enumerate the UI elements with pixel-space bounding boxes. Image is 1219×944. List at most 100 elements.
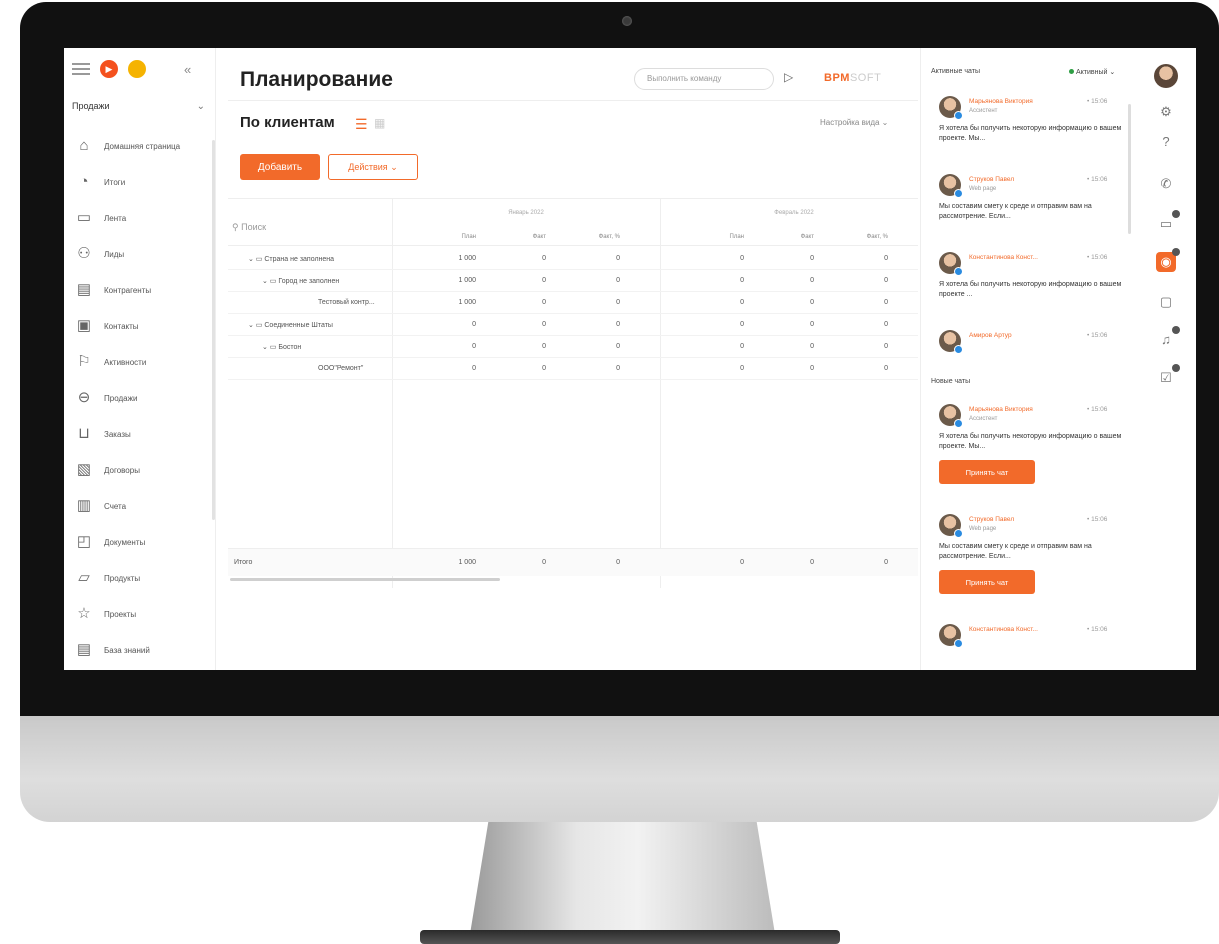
chat-contact-name[interactable]: Марьянова Виктория	[969, 98, 1033, 105]
sidebar-item[interactable]: ▥ Счета	[64, 488, 215, 524]
command-input[interactable]: Выполнить команду	[634, 68, 774, 90]
table-row[interactable]: ⌄ ▭ Страна не заполнена 1 000 0 0 0 0 0	[228, 248, 918, 270]
sidebar-item[interactable]: ⌂ Домашняя страница	[64, 128, 215, 164]
group-header: Январь 2022	[508, 210, 544, 216]
gear-icon[interactable]: ⚙	[1156, 102, 1176, 122]
sidebar-item[interactable]: ⚐ Активности	[64, 344, 215, 380]
section-select[interactable]: Продажи ⌄	[68, 94, 209, 118]
add-button[interactable]: Добавить	[240, 154, 320, 180]
chat-contact-name[interactable]: Амиров Артур	[969, 332, 1012, 339]
sidebar-item[interactable]: ▤ База знаний	[64, 632, 215, 668]
cell-value: 0	[740, 255, 744, 262]
table-row[interactable]: Тестовый контр... 1 000 0 0 0 0 0	[228, 292, 918, 314]
bell-icon[interactable]: ♫	[1156, 326, 1180, 350]
cell-value: 0	[616, 343, 620, 350]
sidebar-item[interactable]: ▧ Договоры	[64, 452, 215, 488]
status-dropdown[interactable]: Активный ⌄	[1069, 68, 1115, 76]
column-header[interactable]: План	[406, 234, 476, 240]
column-header[interactable]: План	[674, 234, 744, 240]
chat-time: • 15:06	[1087, 626, 1108, 633]
sidebar: ▶ « Продажи ⌄ ⌂ Домашняя страница ◔ Итоги ▭ Л…	[64, 48, 216, 670]
cell-value: 0	[616, 277, 620, 284]
search-icon: ⚲	[232, 222, 239, 232]
accept-chat-button[interactable]: Принять чат	[939, 570, 1035, 594]
table-scrollbar[interactable]	[230, 578, 500, 581]
channel-icon	[954, 111, 963, 120]
cell-value: 1 000	[458, 255, 476, 262]
sidebar-item-label: Домашняя страница	[104, 141, 181, 151]
help-icon[interactable]: ?	[1156, 132, 1176, 152]
chart-view-icon[interactable]: ▦	[374, 116, 385, 130]
actions-dropdown[interactable]: Действия ⌄	[328, 154, 418, 180]
view-settings-dropdown[interactable]: Настройка вида ⌄	[820, 118, 888, 127]
accept-chat-button[interactable]: Принять чат	[939, 460, 1035, 484]
sidebar-item[interactable]: ▭ Лента	[64, 200, 215, 236]
row-label: ⌄ ▭ Страна не заполнена	[248, 256, 335, 263]
list-view-icon[interactable]: ☰	[355, 116, 368, 133]
row-label: ⌄ ▭ Бостон	[262, 344, 302, 351]
collapse-icon[interactable]: «	[184, 62, 191, 77]
channel-icon	[954, 267, 963, 276]
chevron-down-icon: ⌄	[196, 100, 205, 112]
channel-icon	[954, 189, 963, 198]
sidebar-item[interactable]: ▤ Контрагенты	[64, 272, 215, 308]
chat-contact-name[interactable]: Константинова Конст...	[969, 626, 1038, 633]
tasks-icon[interactable]: ☑	[1156, 364, 1180, 388]
sidebar-item[interactable]: ◔ Итоги	[64, 164, 215, 200]
cell-value: 0	[810, 277, 814, 284]
table-row[interactable]: ⌄ ▭ Соединенные Штаты 0 0 0 0 0 0	[228, 314, 918, 336]
table-row[interactable]: ⌄ ▭ Бостон 0 0 0 0 0 0	[228, 336, 918, 358]
cell-value: 0	[542, 321, 546, 328]
chat-contact-name[interactable]: Константинова Конст...	[969, 254, 1038, 261]
monitor-chin	[20, 716, 1219, 822]
phone-icon[interactable]: ✆	[1156, 174, 1176, 194]
cell-value: 0	[616, 321, 620, 328]
chat-contact-name[interactable]: Марьянова Виктория	[969, 406, 1033, 413]
chat-scrollbar[interactable]	[1128, 104, 1131, 234]
table-row[interactable]: ⌄ ▭ Город не заполнен 1 000 0 0 0 0 0	[228, 270, 918, 292]
sidebar-item-label: Продукты	[104, 573, 141, 583]
sidebar-scrollbar[interactable]	[212, 140, 215, 520]
row-label: ⌄ ▭ Соединенные Штаты	[248, 322, 333, 329]
column-header[interactable]: Факт, %	[550, 234, 620, 240]
cell-value: 0	[740, 365, 744, 372]
table-row[interactable]: ООО"Ремонт" 0 0 0 0 0 0	[228, 358, 918, 380]
sidebar-item[interactable]: ⊔ Заказы	[64, 416, 215, 452]
run-command-icon[interactable]: ▷	[784, 70, 793, 84]
cell-value: 0	[542, 365, 546, 372]
column-header[interactable]: Факт	[476, 234, 546, 240]
record-icon[interactable]: ▶	[100, 60, 118, 78]
screen: ▶ « Продажи ⌄ ⌂ Домашняя страница ◔ Итоги ▭ Л…	[64, 48, 1196, 670]
sidebar-item[interactable]: ⚇ Лиды	[64, 236, 215, 272]
menu-icon[interactable]	[72, 63, 90, 75]
sidebar-item[interactable]: ▣ Контакты	[64, 308, 215, 344]
total-label: Итого	[234, 559, 253, 566]
sidebar-item[interactable]: ⊖ Продажи	[64, 380, 215, 416]
sidebar-item[interactable]: ☆ Проекты	[64, 596, 215, 632]
cell-value: 0	[472, 365, 476, 372]
chat-contact-name[interactable]: Струков Павел	[969, 176, 1014, 183]
total-value: 0	[884, 559, 888, 566]
avatar	[939, 330, 963, 354]
chat-active-icon[interactable]: ◉	[1156, 248, 1180, 272]
sidebar-item-label: Проекты	[104, 609, 137, 619]
message-icon[interactable]: ▢	[1156, 292, 1176, 312]
sidebar-item-label: Контакты	[104, 321, 139, 331]
column-header[interactable]: Факт	[744, 234, 814, 240]
cell-value: 0	[884, 299, 888, 306]
row-label: Тестовый контр...	[318, 299, 375, 306]
table-search[interactable]: ⚲ Поиск	[232, 222, 266, 233]
chat-time: • 15:06	[1087, 516, 1108, 523]
invoice-icon: ▥	[76, 497, 92, 514]
user-avatar[interactable]	[1154, 64, 1178, 88]
sidebar-item[interactable]: ▱ Продукты	[64, 560, 215, 596]
coin-icon[interactable]	[128, 60, 146, 78]
chat-icon[interactable]: ▭	[1156, 210, 1180, 234]
chat-contact-name[interactable]: Струков Павел	[969, 516, 1014, 523]
avatar	[939, 174, 963, 198]
column-header[interactable]: Факт, %	[818, 234, 888, 240]
right-rail: ⚙ ? ✆ ▭ ◉ ▢ ♫ ☑	[1136, 48, 1196, 670]
sidebar-item[interactable]: ◰ Документы	[64, 524, 215, 560]
group-header: Февраль 2022	[774, 210, 814, 216]
cell-value: 0	[810, 321, 814, 328]
